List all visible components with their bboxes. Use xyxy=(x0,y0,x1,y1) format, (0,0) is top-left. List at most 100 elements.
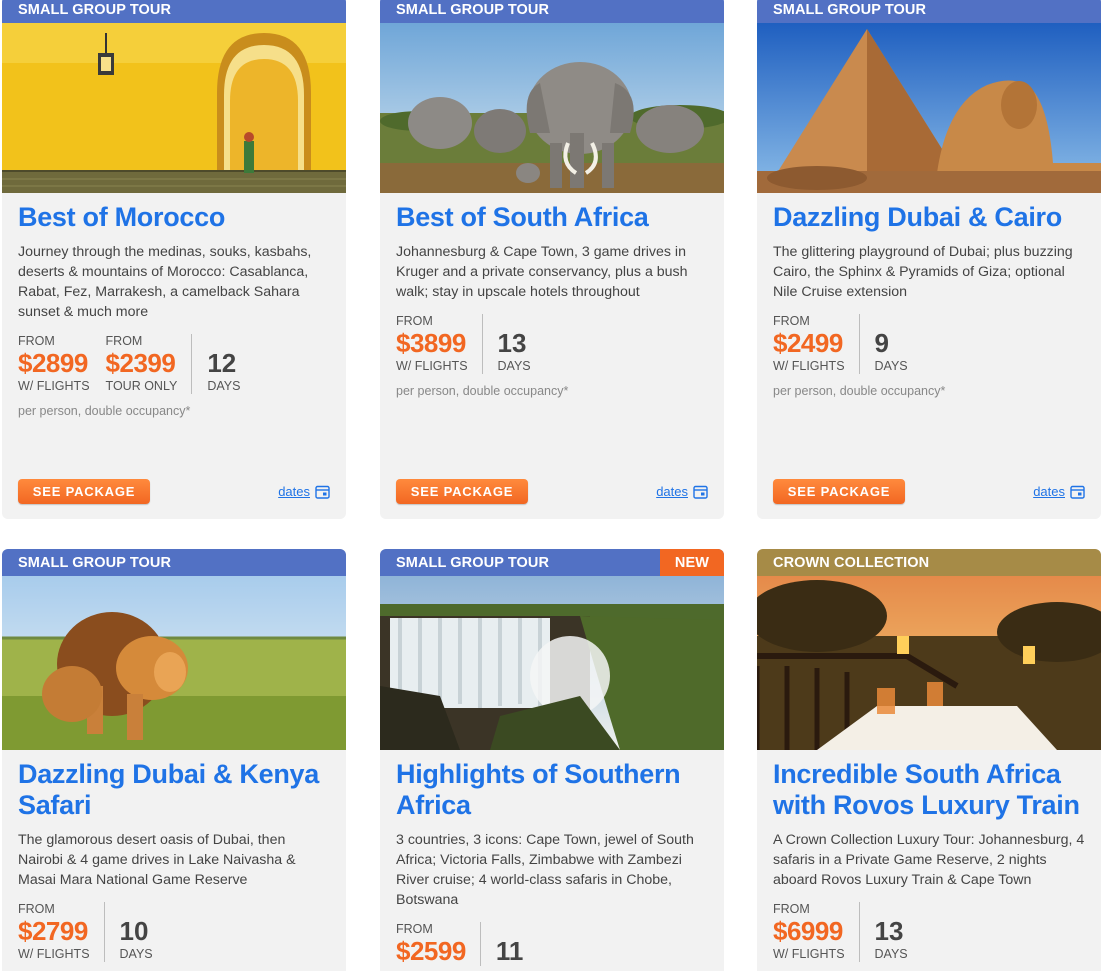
tour-photo[interactable] xyxy=(2,23,346,193)
ribbon-label: SMALL GROUP TOUR xyxy=(396,554,550,571)
tour-card[interactable]: CROWN COLLECTION Incredible South Africa… xyxy=(757,549,1101,971)
tour-photo[interactable] xyxy=(757,576,1101,750)
see-package-button[interactable]: SEE PACKAGE xyxy=(18,479,150,504)
price-with-flights: FROM $3899 W/ FLIGHTS xyxy=(396,314,482,374)
tour-title[interactable]: Best of South Africa xyxy=(396,202,708,233)
tour-title[interactable]: Best of Morocco xyxy=(18,202,330,233)
tour-title[interactable]: Highlights of Southern Africa xyxy=(396,759,708,821)
from-label: FROM xyxy=(105,334,143,348)
price-row: FROM $2899 W/ FLIGHTS FROM $2399 TOUR ON… xyxy=(18,334,330,394)
dates-label[interactable]: dates xyxy=(656,484,688,499)
tour-description: The glittering playground of Dubai; plus… xyxy=(773,244,1073,300)
price-row: FROM $2499 W/ FLIGHTS 9 DAYS xyxy=(773,314,1085,374)
price-amount: $6999 xyxy=(773,916,843,946)
price-row: FROM $6999 W/ FLIGHTS 13 DAYS xyxy=(773,902,1085,962)
tour-type-ribbon: SMALL GROUP TOUR xyxy=(2,0,346,23)
price-amount: $2499 xyxy=(773,328,843,358)
price-label: TOUR ONLY xyxy=(105,379,178,393)
tour-type-ribbon: SMALL GROUP TOUR xyxy=(380,0,724,23)
dates-label[interactable]: dates xyxy=(1033,484,1065,499)
price-with-flights: FROM $6999 W/ FLIGHTS xyxy=(773,902,859,962)
calendar-icon[interactable] xyxy=(1070,485,1085,499)
tour-photo[interactable] xyxy=(380,23,724,193)
price-with-flights: FROM $2899 W/ FLIGHTS xyxy=(18,334,104,394)
from-label: FROM xyxy=(396,922,433,936)
price-label: W/ FLIGHTS xyxy=(18,947,90,961)
ribbon-label: SMALL GROUP TOUR xyxy=(18,1,172,18)
tour-card[interactable]: SMALL GROUP TOUR Best of South Africa Jo… xyxy=(380,0,724,519)
duration: 13 DAYS xyxy=(858,902,908,962)
days-label: DAYS xyxy=(497,359,531,373)
occupancy-note: per person, double occupancy* xyxy=(396,384,569,398)
tour-description: Journey through the medinas, souks, kasb… xyxy=(18,244,312,320)
price-row: FROM $3899 W/ FLIGHTS 13 DAYS xyxy=(396,314,708,374)
duration: 10 DAYS xyxy=(103,902,153,962)
days-count: 10 xyxy=(119,916,149,946)
price-label: W/ FLIGHTS xyxy=(773,947,845,961)
days-label: DAYS xyxy=(874,947,908,961)
price-amount: $2899 xyxy=(18,348,88,378)
calendar-icon[interactable] xyxy=(315,485,330,499)
duration: 11 xyxy=(479,922,524,966)
see-package-button[interactable]: SEE PACKAGE xyxy=(396,479,528,504)
from-label: FROM xyxy=(773,902,810,916)
days-count: 12 xyxy=(207,348,237,378)
tour-description: 3 countries, 3 icons: Cape Town, jewel o… xyxy=(396,832,694,908)
price-row: FROM $2799 W/ FLIGHTS 10 DAYS xyxy=(18,902,330,962)
tour-card[interactable]: SMALL GROUP TOUR NEW Highlights of South… xyxy=(380,549,724,971)
tour-photo[interactable] xyxy=(757,23,1101,193)
price-label: W/ FLIGHTS xyxy=(396,359,468,373)
tour-type-ribbon: SMALL GROUP TOUR xyxy=(2,549,346,576)
price-amount: $2399 xyxy=(105,348,176,378)
from-label: FROM xyxy=(18,334,55,348)
tour-photo[interactable] xyxy=(380,576,724,750)
ribbon-label: SMALL GROUP TOUR xyxy=(18,554,172,571)
tour-type-ribbon: CROWN COLLECTION xyxy=(757,549,1101,576)
price-with-flights: FROM $2499 W/ FLIGHTS xyxy=(773,314,859,374)
price-with-flights: FROM $2799 W/ FLIGHTS xyxy=(18,902,104,962)
from-label: FROM xyxy=(773,314,810,328)
price-row: FROM $2599 11 xyxy=(396,922,708,966)
days-count: 13 xyxy=(874,916,904,946)
tour-photo[interactable] xyxy=(2,576,346,750)
dates-label[interactable]: dates xyxy=(278,484,310,499)
days-label: DAYS xyxy=(119,947,153,961)
duration: 9 DAYS xyxy=(858,314,908,374)
tour-card[interactable]: SMALL GROUP TOUR Best of Morocco Journey… xyxy=(2,0,346,519)
price-amount: $3899 xyxy=(396,328,466,358)
tour-title[interactable]: Dazzling Dubai & Cairo xyxy=(773,202,1085,233)
tour-type-ribbon: SMALL GROUP TOUR xyxy=(757,0,1101,23)
ribbon-label: SMALL GROUP TOUR xyxy=(773,1,927,18)
duration: 13 DAYS xyxy=(481,314,531,374)
tour-title[interactable]: Incredible South Africa with Rovos Luxur… xyxy=(773,759,1085,821)
duration: 12 DAYS xyxy=(191,334,240,394)
ribbon-label: CROWN COLLECTION xyxy=(773,554,930,571)
dates-link[interactable]: dates xyxy=(1033,484,1085,499)
tour-description: A Crown Collection Luxury Tour: Johannes… xyxy=(773,832,1085,888)
tour-type-ribbon: SMALL GROUP TOUR NEW xyxy=(380,549,724,576)
dates-link[interactable]: dates xyxy=(656,484,708,499)
price-amount: $2599 xyxy=(396,936,466,966)
from-label: FROM xyxy=(18,902,55,916)
occupancy-note: per person, double occupancy* xyxy=(18,404,191,418)
from-label: FROM xyxy=(396,314,433,328)
dates-link[interactable]: dates xyxy=(278,484,330,499)
tour-description: The glamorous desert oasis of Dubai, the… xyxy=(18,832,296,888)
occupancy-note: per person, double occupancy* xyxy=(773,384,946,398)
price-tour-only: FROM $2399 TOUR ONLY xyxy=(104,334,192,394)
tour-card[interactable]: SMALL GROUP TOUR Dazzling Dubai & Kenya … xyxy=(2,549,346,971)
days-count: 9 xyxy=(874,328,889,358)
days-count: 11 xyxy=(495,936,524,966)
tour-description: Johannesburg & Cape Town, 3 game drives … xyxy=(396,244,688,300)
tour-card[interactable]: SMALL GROUP TOUR Dazzling Dubai & Cairo … xyxy=(757,0,1101,519)
price-label: W/ FLIGHTS xyxy=(773,359,845,373)
price-with-flights: FROM $2599 xyxy=(396,922,480,966)
days-label: DAYS xyxy=(207,379,241,393)
tour-title[interactable]: Dazzling Dubai & Kenya Safari xyxy=(18,759,330,821)
days-label: DAYS xyxy=(874,359,908,373)
price-label: W/ FLIGHTS xyxy=(18,379,90,393)
ribbon-label: SMALL GROUP TOUR xyxy=(396,1,550,18)
see-package-button[interactable]: SEE PACKAGE xyxy=(773,479,905,504)
calendar-icon[interactable] xyxy=(693,485,708,499)
new-badge: NEW xyxy=(660,549,724,576)
